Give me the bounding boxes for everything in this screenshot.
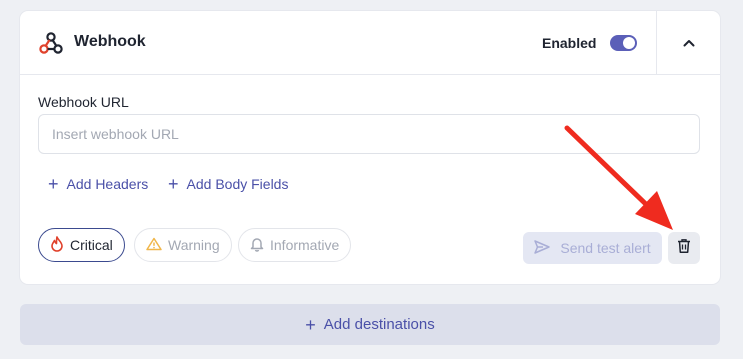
plus-icon: +	[305, 314, 316, 335]
enabled-toggle[interactable]	[610, 35, 637, 51]
add-destinations-label: Add destinations	[323, 316, 435, 333]
add-body-fields-button[interactable]: + Add Body Fields	[168, 174, 288, 194]
delete-button[interactable]	[668, 232, 700, 264]
severity-warning-pill[interactable]: Warning	[134, 228, 232, 262]
add-headers-button[interactable]: + Add Headers	[48, 174, 148, 194]
add-destinations-button[interactable]: + Add destinations	[20, 304, 720, 345]
add-headers-label: Add Headers	[66, 176, 149, 192]
webhook-url-label: Webhook URL	[38, 94, 129, 110]
chevron-up-icon	[683, 34, 695, 52]
severity-warning-label: Warning	[168, 237, 220, 253]
send-icon	[534, 239, 551, 257]
add-body-fields-label: Add Body Fields	[186, 176, 289, 192]
send-test-alert-label: Send test alert	[560, 240, 651, 256]
severity-critical-pill[interactable]: Critical	[38, 228, 125, 262]
webhook-card: Webhook Enabled Webhook URL + Add Header…	[20, 11, 720, 284]
trash-icon	[677, 238, 691, 259]
card-header: Webhook Enabled	[20, 11, 720, 75]
collapse-button[interactable]	[657, 11, 720, 74]
send-test-alert-button[interactable]: Send test alert	[523, 232, 662, 264]
webhook-icon	[38, 31, 64, 57]
warning-icon	[146, 237, 162, 254]
severity-informative-label: Informative	[270, 237, 340, 253]
bell-icon	[250, 236, 264, 255]
webhook-url-input[interactable]	[38, 114, 700, 154]
flame-icon	[50, 235, 64, 255]
plus-icon: +	[168, 174, 179, 194]
card-title: Webhook	[74, 33, 146, 50]
enabled-label: Enabled	[542, 35, 597, 51]
toggle-knob	[623, 37, 635, 49]
severity-informative-pill[interactable]: Informative	[238, 228, 352, 262]
severity-critical-label: Critical	[70, 237, 113, 253]
plus-icon: +	[48, 174, 59, 194]
